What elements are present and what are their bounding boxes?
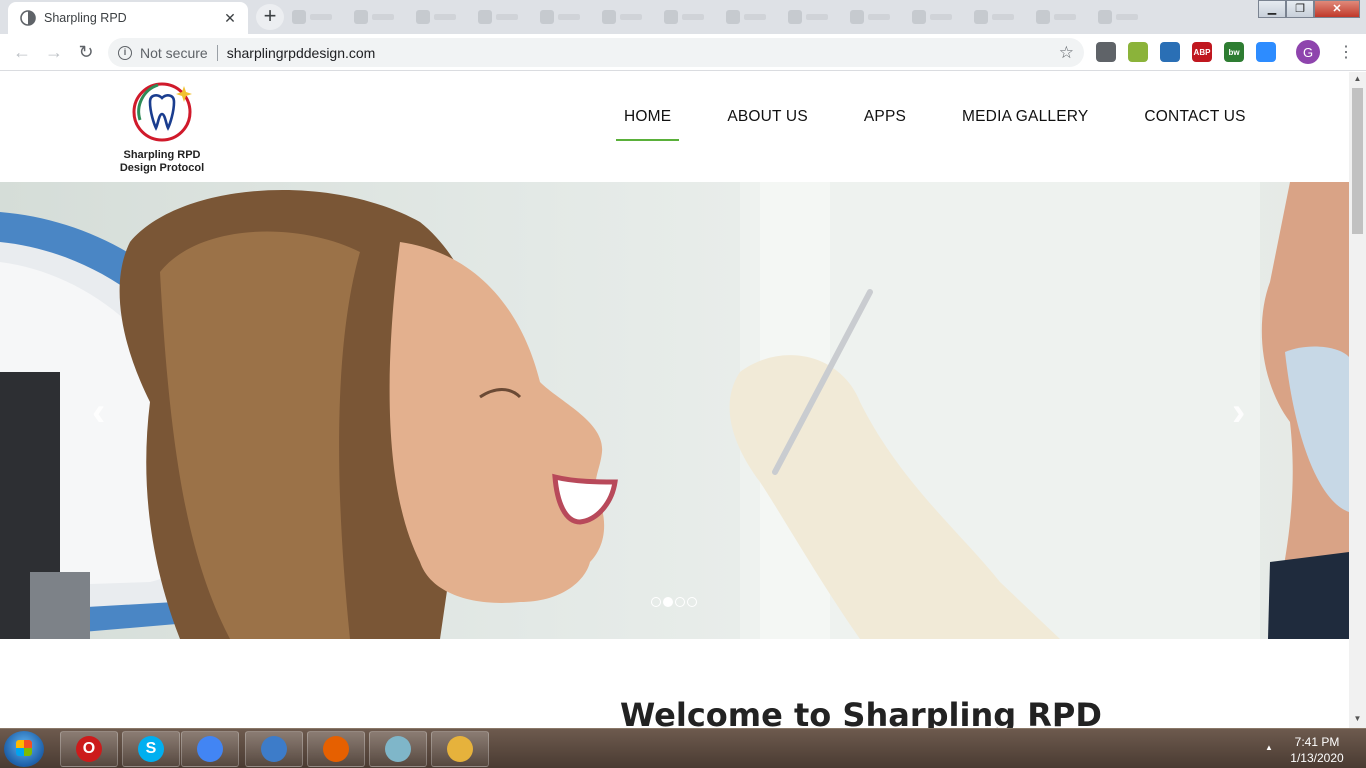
background-tab[interactable] xyxy=(1098,6,1154,28)
show-hidden-icons-icon[interactable]: ▲ xyxy=(1265,743,1273,752)
taskbar-button[interactable] xyxy=(369,731,427,767)
camera-icon[interactable] xyxy=(1096,42,1116,62)
background-tabs xyxy=(292,6,1232,28)
carousel-dot[interactable] xyxy=(687,597,697,607)
browser-menu-icon[interactable]: ⋮ xyxy=(1338,42,1354,62)
close-tab-icon[interactable]: ✕ xyxy=(222,10,238,26)
page-scrollbar[interactable]: ▲ ▼ xyxy=(1349,72,1366,728)
restore-icon[interactable]: ❐ xyxy=(1286,0,1314,18)
taskbar-button[interactable] xyxy=(431,731,489,767)
clock-time: 7:41 PM xyxy=(1294,735,1340,749)
forward-icon[interactable]: → xyxy=(38,36,70,68)
zoom-icon[interactable] xyxy=(1256,42,1276,62)
carousel-indicators xyxy=(651,597,697,607)
background-tab[interactable] xyxy=(354,6,410,28)
taskbar-button[interactable] xyxy=(245,731,303,767)
address-bar[interactable]: i Not secure sharplingrpddesign.com ☆ xyxy=(108,38,1084,67)
adblock-icon[interactable]: ABP xyxy=(1192,42,1212,62)
download-icon[interactable] xyxy=(1160,42,1180,62)
site-header: Sharpling RPD Design Protocol HOME ABOUT … xyxy=(0,72,1349,182)
carousel-dot[interactable] xyxy=(651,597,661,607)
nav-item-media-gallery[interactable]: MEDIA GALLERY xyxy=(948,108,1102,140)
background-tab[interactable] xyxy=(974,6,1030,28)
windows-logo-icon xyxy=(16,740,32,756)
background-tab[interactable] xyxy=(478,6,534,28)
bookmark-star-icon[interactable]: ☆ xyxy=(1059,43,1074,63)
chrome-icon xyxy=(197,736,223,762)
nav-item-apps[interactable]: APPS xyxy=(850,108,920,140)
bw-extension-icon[interactable]: bw xyxy=(1224,42,1244,62)
tab-title: Sharpling RPD xyxy=(44,11,127,25)
scroll-up-icon[interactable]: ▲ xyxy=(1353,74,1362,83)
carousel-dot[interactable] xyxy=(675,597,685,607)
security-label[interactable]: Not secure xyxy=(140,45,208,61)
start-button[interactable] xyxy=(4,731,44,767)
background-tab[interactable] xyxy=(292,6,348,28)
scroll-down-icon[interactable]: ▼ xyxy=(1353,714,1362,723)
carousel-dot[interactable] xyxy=(663,597,673,607)
carousel-prev-arrow[interactable]: ‹ xyxy=(92,390,105,435)
background-tab[interactable] xyxy=(788,6,844,28)
page-viewport: Sharpling RPD Design Protocol HOME ABOUT … xyxy=(0,72,1349,728)
taskbar-button[interactable]: O xyxy=(60,731,118,767)
background-tab[interactable] xyxy=(602,6,658,28)
extension-toolbar: ABP bw G ⋮ xyxy=(1096,40,1354,64)
background-tab[interactable] xyxy=(664,6,720,28)
background-tab[interactable] xyxy=(850,6,906,28)
globe-icon xyxy=(20,10,36,26)
hero-carousel: ‹ › xyxy=(0,182,1349,639)
url-text[interactable]: sharplingrpddesign.com xyxy=(227,45,376,61)
back-icon[interactable]: ← xyxy=(6,36,38,68)
reload-icon[interactable]: ↻ xyxy=(70,36,102,68)
firefox-icon xyxy=(323,736,349,762)
background-tab[interactable] xyxy=(726,6,782,28)
background-tab[interactable] xyxy=(1036,6,1092,28)
mail-icon xyxy=(261,736,287,762)
clock-date: 1/13/2020 xyxy=(1290,751,1344,765)
taskbar-button[interactable] xyxy=(307,731,365,767)
profile-avatar[interactable]: G xyxy=(1296,40,1320,64)
system-clock[interactable]: 7:41 PM 1/13/2020 xyxy=(1286,734,1348,766)
site-logo[interactable]: Sharpling RPD Design Protocol xyxy=(114,80,210,176)
omnibox-separator xyxy=(216,44,218,61)
main-navigation: HOME ABOUT US APPS MEDIA GALLERY CONTACT US xyxy=(610,108,1288,141)
background-tab[interactable] xyxy=(912,6,968,28)
nav-item-about-us[interactable]: ABOUT US xyxy=(713,108,822,140)
hero-slide-image xyxy=(0,182,1349,639)
background-tab[interactable] xyxy=(416,6,472,28)
window-controls: ▁ ❐ ✕ xyxy=(1258,0,1360,18)
browser-tabstrip: Sharpling RPD ✕ + ▁ ❐ ✕ xyxy=(0,0,1366,34)
background-tab[interactable] xyxy=(540,6,596,28)
notes-icon xyxy=(385,736,411,762)
welcome-heading: Welcome to Sharpling RPD xyxy=(620,696,1102,728)
file-explorer-icon xyxy=(447,736,473,762)
opera-icon: O xyxy=(76,736,102,762)
scrollbar-thumb[interactable] xyxy=(1352,88,1363,234)
info-icon[interactable]: i xyxy=(118,45,132,60)
logo-text-line1: Sharpling RPD xyxy=(123,149,201,161)
nav-item-home[interactable]: HOME xyxy=(610,108,685,141)
carousel-next-arrow[interactable]: › xyxy=(1232,390,1245,435)
skype-icon: S xyxy=(138,736,164,762)
minimize-icon[interactable]: ▁ xyxy=(1258,0,1286,18)
nav-item-contact-us[interactable]: CONTACT US xyxy=(1130,108,1259,140)
logo-text-line2: Design Protocol xyxy=(119,162,205,174)
windows-taskbar: O S ▲ 7:41 PM 1/13/2020 xyxy=(0,728,1366,768)
close-window-icon[interactable]: ✕ xyxy=(1314,0,1360,18)
extension-icon[interactable] xyxy=(1128,42,1148,62)
tooth-logo-icon xyxy=(132,82,192,142)
taskbar-button[interactable] xyxy=(181,731,239,767)
tab-active[interactable]: Sharpling RPD ✕ xyxy=(8,2,248,34)
new-tab-button[interactable]: + xyxy=(256,4,284,30)
taskbar-button[interactable]: S xyxy=(122,731,180,767)
